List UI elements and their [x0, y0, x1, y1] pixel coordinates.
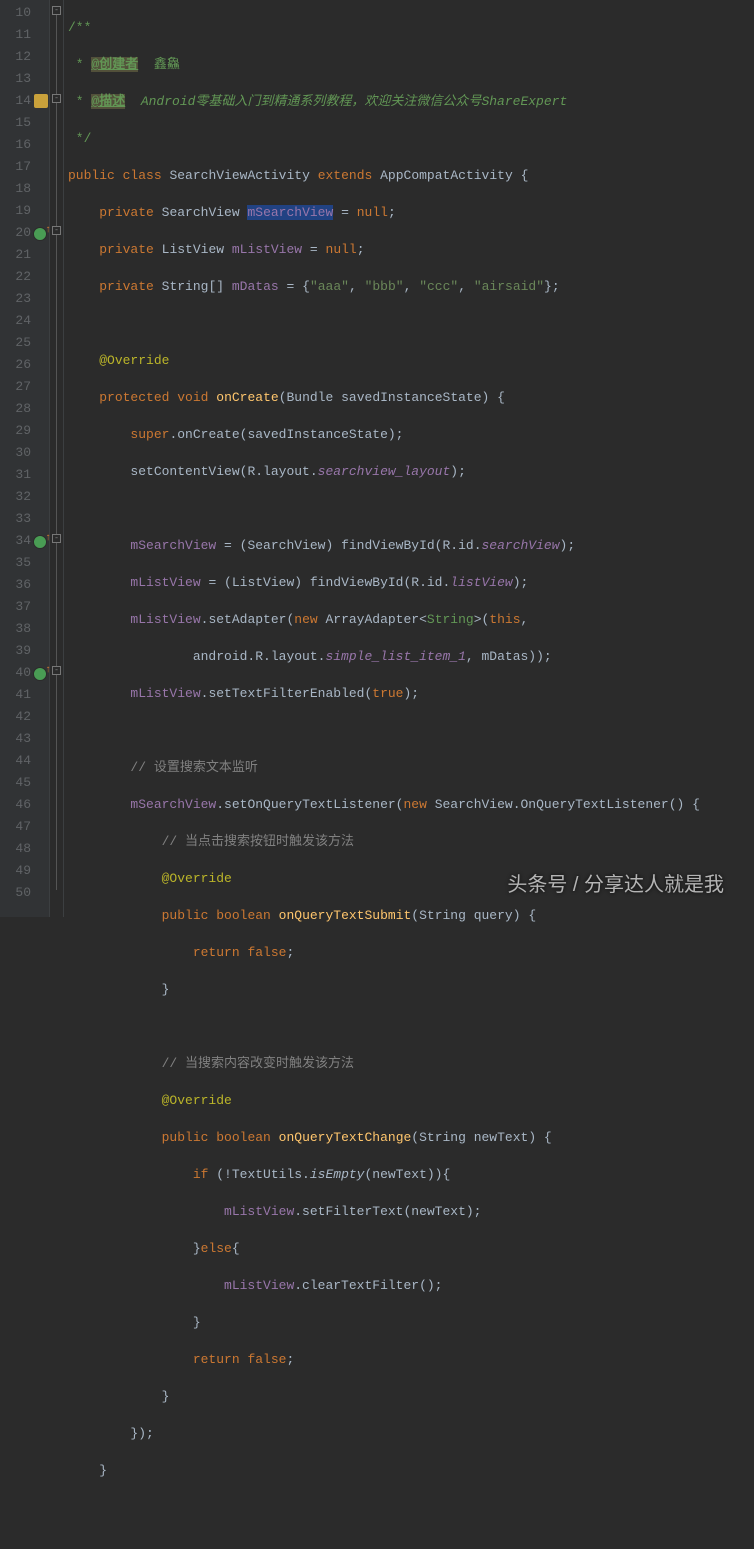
code-line: public boolean onQueryTextSubmit(String … [68, 905, 754, 927]
code-line: mListView.clearTextFilter(); [68, 1275, 754, 1297]
line-number[interactable]: 44 [0, 750, 49, 772]
code-line [68, 1497, 754, 1519]
line-number[interactable]: 39 [0, 640, 49, 662]
code-line: } [68, 979, 754, 1001]
line-number[interactable]: 25 [0, 332, 49, 354]
line-number[interactable]: 33 [0, 508, 49, 530]
code-line: } [68, 1460, 754, 1482]
line-number[interactable]: 34 [0, 530, 49, 552]
code-line: // 当搜索内容改变时触发该方法 [68, 1053, 754, 1075]
line-number[interactable]: 21 [0, 244, 49, 266]
class-icon[interactable] [34, 94, 48, 108]
code-line: return false; [68, 942, 754, 964]
line-number[interactable]: 31 [0, 464, 49, 486]
line-number[interactable]: 18 [0, 178, 49, 200]
code-line [68, 720, 754, 742]
code-line: @Override [68, 350, 754, 372]
line-number[interactable]: 30 [0, 442, 49, 464]
fold-toggle-icon[interactable]: - [52, 534, 61, 543]
line-number[interactable]: 37 [0, 596, 49, 618]
line-number[interactable]: 13 [0, 68, 49, 90]
line-number[interactable]: 43 [0, 728, 49, 750]
line-number[interactable]: 16 [0, 134, 49, 156]
line-number[interactable]: 46 [0, 794, 49, 816]
code-line [68, 313, 754, 335]
code-line: setContentView(R.layout.searchview_layou… [68, 461, 754, 483]
line-number[interactable]: 40 [0, 662, 49, 684]
line-number[interactable]: 14 [0, 90, 49, 112]
code-line [68, 1016, 754, 1038]
code-line: if (!TextUtils.isEmpty(newText)){ [68, 1164, 754, 1186]
code-line: mListView.setFilterText(newText); [68, 1201, 754, 1223]
code-line: * @创建者 鑫鱻 [68, 54, 754, 76]
code-line: private SearchView mSearchView = null; [68, 202, 754, 224]
line-number[interactable]: 48 [0, 838, 49, 860]
code-line: private String[] mDatas = {"aaa", "bbb",… [68, 276, 754, 298]
code-line: mSearchView.setOnQueryTextListener(new S… [68, 794, 754, 816]
code-line: public boolean onQueryTextChange(String … [68, 1127, 754, 1149]
line-number-gutter[interactable]: 10 11 12 13 14 15 16 17 18 19 20 21 22 2… [0, 0, 50, 917]
line-number[interactable]: 36 [0, 574, 49, 596]
code-line: mSearchView = (SearchView) findViewById(… [68, 535, 754, 557]
line-number[interactable]: 29 [0, 420, 49, 442]
line-number[interactable]: 45 [0, 772, 49, 794]
code-line: }else{ [68, 1238, 754, 1260]
line-number[interactable]: 50 [0, 882, 49, 904]
line-number[interactable]: 41 [0, 684, 49, 706]
code-line: protected void onCreate(Bundle savedInst… [68, 387, 754, 409]
line-number[interactable]: 35 [0, 552, 49, 574]
code-line: } [68, 1386, 754, 1408]
line-number[interactable]: 22 [0, 266, 49, 288]
code-line [68, 498, 754, 520]
code-line: mListView.setTextFilterEnabled(true); [68, 683, 754, 705]
fold-toggle-icon[interactable]: - [52, 666, 61, 675]
code-line: /** [68, 17, 754, 39]
code-line: mListView.setAdapter(new ArrayAdapter<St… [68, 609, 754, 631]
fold-toggle-icon[interactable]: - [52, 226, 61, 235]
code-line: mListView = (ListView) findViewById(R.id… [68, 572, 754, 594]
fold-column[interactable]: - - - - - [50, 0, 64, 917]
line-number[interactable]: 38 [0, 618, 49, 640]
line-number[interactable]: 23 [0, 288, 49, 310]
line-number[interactable]: 47 [0, 816, 49, 838]
code-line: @Override [68, 1090, 754, 1112]
code-line: }); [68, 1423, 754, 1445]
code-line: */ [68, 128, 754, 150]
line-number[interactable]: 42 [0, 706, 49, 728]
line-number[interactable]: 15 [0, 112, 49, 134]
line-number[interactable]: 27 [0, 376, 49, 398]
line-number[interactable]: 24 [0, 310, 49, 332]
line-number[interactable]: 19 [0, 200, 49, 222]
code-line: } [68, 1312, 754, 1334]
code-editor[interactable]: 10 11 12 13 14 15 16 17 18 19 20 21 22 2… [0, 0, 754, 917]
line-number[interactable]: 17 [0, 156, 49, 178]
watermark-text: 头条号 / 分享达人就是我 [507, 868, 724, 897]
line-number[interactable]: 10 [0, 2, 49, 24]
code-line: super.onCreate(savedInstanceState); [68, 424, 754, 446]
line-number[interactable]: 12 [0, 46, 49, 68]
line-number[interactable]: 32 [0, 486, 49, 508]
code-line: return false; [68, 1349, 754, 1371]
fold-toggle-icon[interactable]: - [52, 6, 61, 15]
line-number[interactable]: 20 [0, 222, 49, 244]
line-number[interactable]: 11 [0, 24, 49, 46]
code-line: public class SearchViewActivity extends … [68, 165, 754, 187]
code-area[interactable]: /** * @创建者 鑫鱻 * @描述 Android零基础入门到精通系列教程，… [64, 0, 754, 917]
line-number[interactable]: 49 [0, 860, 49, 882]
code-line: private ListView mListView = null; [68, 239, 754, 261]
code-line: android.R.layout.simple_list_item_1, mDa… [68, 646, 754, 668]
line-number[interactable]: 26 [0, 354, 49, 376]
code-line: * @描述 Android零基础入门到精通系列教程，欢迎关注微信公众号Share… [68, 91, 754, 113]
fold-toggle-icon[interactable]: - [52, 94, 61, 103]
code-line: // 当点击搜索按钮时触发该方法 [68, 831, 754, 853]
code-line: // 设置搜索文本监听 [68, 757, 754, 779]
line-number[interactable]: 28 [0, 398, 49, 420]
